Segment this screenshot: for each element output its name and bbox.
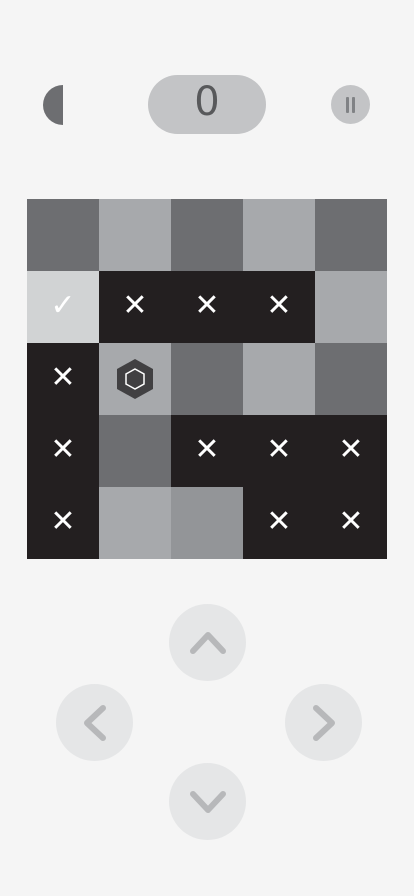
chevron-right-icon bbox=[312, 704, 335, 741]
chevron-left-icon bbox=[83, 704, 106, 741]
board-cell-r3-c4 bbox=[243, 343, 315, 415]
cross-mark-icon: ✕ bbox=[338, 504, 364, 539]
cross-mark-icon: ✕ bbox=[194, 432, 220, 467]
chevron-down-icon bbox=[189, 790, 226, 813]
move-left-button[interactable] bbox=[56, 684, 133, 761]
pause-icon-bar-right bbox=[352, 97, 355, 113]
board-cell-r1-c1 bbox=[27, 199, 99, 271]
board-cell-r4-c2 bbox=[99, 415, 171, 487]
timer-icon bbox=[43, 85, 83, 125]
board-cell-r5-c2 bbox=[99, 487, 171, 559]
board-cell-r4-c3: ✕ bbox=[171, 415, 243, 487]
move-right-button[interactable] bbox=[285, 684, 362, 761]
cross-mark-icon: ✕ bbox=[50, 360, 76, 395]
board-cell-r1-c2 bbox=[99, 199, 171, 271]
board-cell-r4-c5: ✕ bbox=[315, 415, 387, 487]
cross-mark-icon: ✕ bbox=[266, 432, 292, 467]
board-cell-r2-c3: ✕ bbox=[171, 271, 243, 343]
check-mark-icon: ✓ bbox=[50, 288, 76, 323]
board-cell-r5-c4: ✕ bbox=[243, 487, 315, 559]
board-cell-r4-c4: ✕ bbox=[243, 415, 315, 487]
pause-icon-bar-left bbox=[346, 97, 349, 113]
board-cell-r3-c5 bbox=[315, 343, 387, 415]
board-cell-r1-c3 bbox=[171, 199, 243, 271]
board-cell-r4-c1: ✕ bbox=[27, 415, 99, 487]
board-cell-r3-c1: ✕ bbox=[27, 343, 99, 415]
board-cell-r1-c5 bbox=[315, 199, 387, 271]
cross-mark-icon: ✕ bbox=[266, 504, 292, 539]
pause-button[interactable] bbox=[331, 85, 370, 124]
cross-mark-icon: ✕ bbox=[122, 288, 148, 323]
move-up-button[interactable] bbox=[169, 604, 246, 681]
cross-mark-icon: ✕ bbox=[194, 288, 220, 323]
board-cell-r5-c1: ✕ bbox=[27, 487, 99, 559]
score-display: 0 bbox=[148, 75, 266, 134]
player-hexagon-icon bbox=[117, 359, 153, 399]
cross-mark-icon: ✕ bbox=[338, 432, 364, 467]
board-cell-r2-c2: ✕ bbox=[99, 271, 171, 343]
board-cell-r2-c5 bbox=[315, 271, 387, 343]
score-value: 0 bbox=[194, 78, 220, 125]
board-cell-r2-c1: ✓ bbox=[27, 271, 99, 343]
cross-mark-icon: ✕ bbox=[266, 288, 292, 323]
board-cell-r1-c4 bbox=[243, 199, 315, 271]
board-cell-r5-c3 bbox=[171, 487, 243, 559]
board-cell-r2-c4: ✕ bbox=[243, 271, 315, 343]
board-cell-r5-c5: ✕ bbox=[315, 487, 387, 559]
move-down-button[interactable] bbox=[169, 763, 246, 840]
chevron-up-icon bbox=[189, 631, 226, 654]
board-cell-r3-c3 bbox=[171, 343, 243, 415]
cross-mark-icon: ✕ bbox=[50, 432, 76, 467]
board-cell-r3-c2 bbox=[99, 343, 171, 415]
cross-mark-icon: ✕ bbox=[50, 504, 76, 539]
game-board: ✓ ✕ ✕ ✕ ✕ ✕ ✕ ✕ ✕ ✕ ✕ ✕ bbox=[27, 199, 387, 559]
